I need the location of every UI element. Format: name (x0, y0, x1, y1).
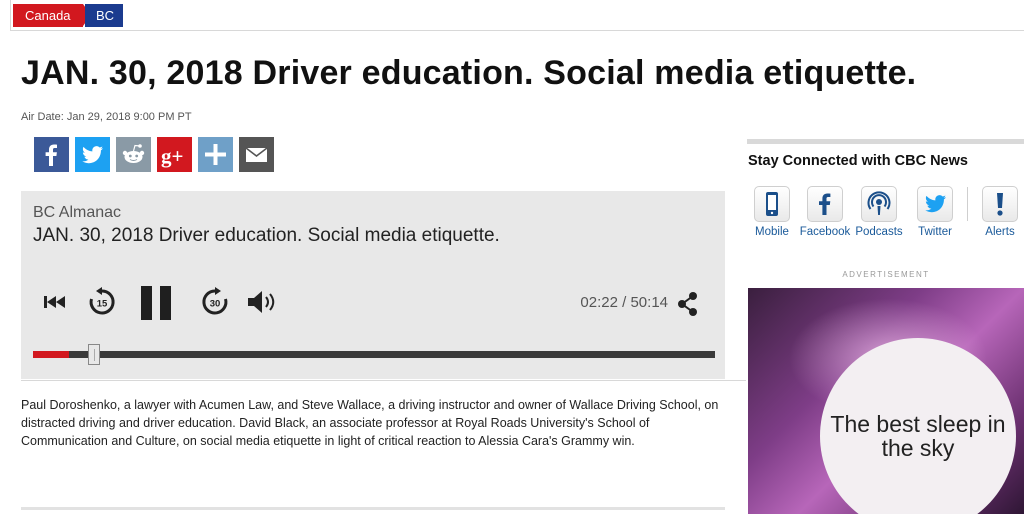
rewind-15-icon[interactable]: 15 (87, 287, 117, 317)
google-plus-icon: g+ (161, 144, 183, 168)
page-title: JAN. 30, 2018 Driver education. Social m… (21, 54, 917, 92)
share-reddit-button[interactable] (116, 137, 151, 172)
advertisement-label: ADVERTISEMENT (842, 270, 930, 279)
stay-connected-label: Mobile (755, 226, 789, 238)
progress-fill (33, 351, 69, 358)
stay-connected-podcasts[interactable]: Podcasts (849, 186, 909, 238)
breadcrumb-canada[interactable]: Canada (13, 4, 91, 27)
stay-connected-label: Facebook (799, 226, 851, 238)
divider (21, 507, 725, 510)
share-buttons: g+ (34, 137, 274, 172)
share-more-button[interactable] (198, 137, 233, 172)
share-twitter-button[interactable] (75, 137, 110, 172)
rewind-seconds-label: 15 (97, 299, 108, 310)
svg-text:g+: g+ (161, 144, 183, 168)
reddit-icon (122, 144, 145, 163)
stay-connected-label: Podcasts (855, 226, 903, 238)
episode-description: Paul Doroshenko, a lawyer with Acumen La… (21, 398, 719, 448)
audio-player: BC Almanac JAN. 30, 2018 Driver educatio… (21, 191, 725, 379)
share-icon[interactable] (677, 291, 699, 317)
breadcrumb-bc[interactable]: BC (85, 4, 123, 27)
share-email-button[interactable] (239, 137, 274, 172)
stay-connected-alerts[interactable]: Alerts (970, 186, 1024, 238)
stay-connected-mobile[interactable]: Mobile (742, 186, 802, 238)
plus-icon (205, 144, 226, 165)
top-bar (10, 0, 1024, 31)
facebook-icon (819, 193, 831, 215)
volume-icon[interactable] (245, 287, 279, 317)
skip-to-start-icon[interactable] (41, 287, 69, 317)
podcast-icon (867, 191, 891, 215)
share-facebook-button[interactable] (34, 137, 69, 172)
show-name: BC Almanac (33, 204, 122, 221)
episode-title: JAN. 30, 2018 Driver education. Social m… (33, 225, 500, 246)
stay-connected-label: Alerts (985, 226, 1015, 238)
stay-connected-twitter[interactable]: Twitter (905, 186, 965, 238)
twitter-icon (82, 146, 103, 164)
stay-connected-label: Twitter (918, 226, 952, 238)
pause-icon[interactable] (139, 285, 173, 321)
email-icon (245, 147, 268, 162)
divider (21, 380, 746, 381)
advertisement[interactable]: The best sleep in the sky (748, 288, 1024, 514)
progress-handle[interactable] (88, 344, 100, 365)
twitter-icon (925, 195, 946, 213)
forward-seconds-label: 30 (210, 299, 221, 310)
stay-connected-facebook[interactable]: Facebook (795, 186, 855, 238)
air-date: Air Date: Jan 29, 2018 9:00 PM PT (21, 111, 192, 123)
alert-icon (997, 193, 1003, 216)
share-google-plus-button[interactable]: g+ (157, 137, 192, 172)
sidebar-rule (747, 139, 1024, 144)
stay-connected-heading: Stay Connected with CBC News (748, 153, 968, 169)
mobile-icon (766, 192, 778, 216)
forward-30-icon[interactable]: 30 (200, 287, 230, 317)
playback-time: 02:22 / 50:14 (580, 294, 668, 311)
divider (967, 187, 968, 221)
facebook-icon (45, 144, 57, 166)
progress-track[interactable] (33, 344, 715, 365)
